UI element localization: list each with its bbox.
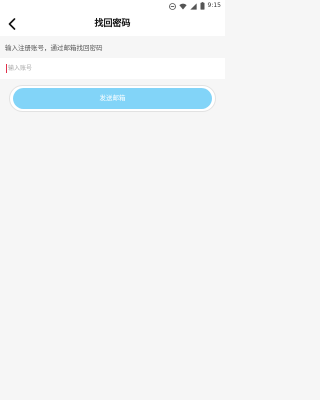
status-time: 9:15 <box>207 2 221 9</box>
text-cursor <box>6 64 7 73</box>
chevron-left-icon <box>8 18 16 30</box>
account-input[interactable] <box>8 61 208 76</box>
status-icons: 9:15 <box>168 1 221 11</box>
battery-icon <box>200 2 205 10</box>
minus-circle-icon <box>168 2 176 10</box>
header: 找回密码 <box>0 12 225 36</box>
instruction-text: 输入注册账号，通过邮箱找回密码 <box>5 44 103 52</box>
back-button[interactable] <box>3 15 21 33</box>
find-password-screen: 9:15 找回密码 输入注册账号，通过邮箱找回密码 发送邮箱 <box>0 0 225 400</box>
send-email-button-container: 发送邮箱 <box>9 85 216 112</box>
status-bar: 9:15 <box>0 0 225 12</box>
account-input-row <box>0 58 225 79</box>
page-title: 找回密码 <box>94 19 131 29</box>
wifi-icon <box>178 3 187 9</box>
signal-icon <box>189 2 197 10</box>
send-email-button[interactable]: 发送邮箱 <box>13 88 212 109</box>
